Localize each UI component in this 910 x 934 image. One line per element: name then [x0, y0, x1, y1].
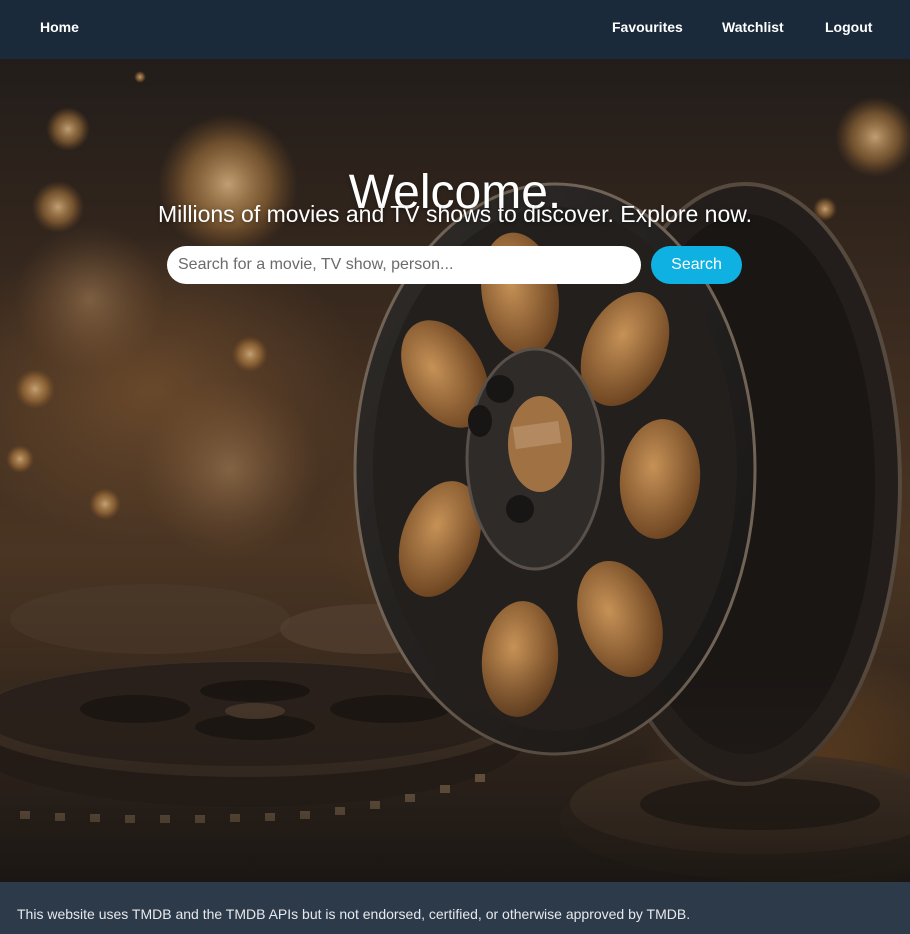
nav-logout-link[interactable]: Logout [825, 19, 872, 35]
nav-watchlist-link[interactable]: Watchlist [722, 19, 784, 35]
nav-favourites-link[interactable]: Favourites [612, 19, 683, 35]
footer: This website uses TMDB and the TMDB APIs… [0, 882, 910, 934]
search-input[interactable] [167, 246, 641, 284]
footer-disclaimer: This website uses TMDB and the TMDB APIs… [17, 906, 691, 922]
navbar: Home Favourites Watchlist Logout [0, 0, 910, 59]
hero-subtitle: Millions of movies and TV shows to disco… [157, 201, 752, 227]
nav-home-link[interactable]: Home [40, 19, 79, 35]
search-button[interactable]: Search [651, 246, 742, 284]
hero-section: Welcome. Millions of movies and TV shows… [0, 59, 910, 882]
